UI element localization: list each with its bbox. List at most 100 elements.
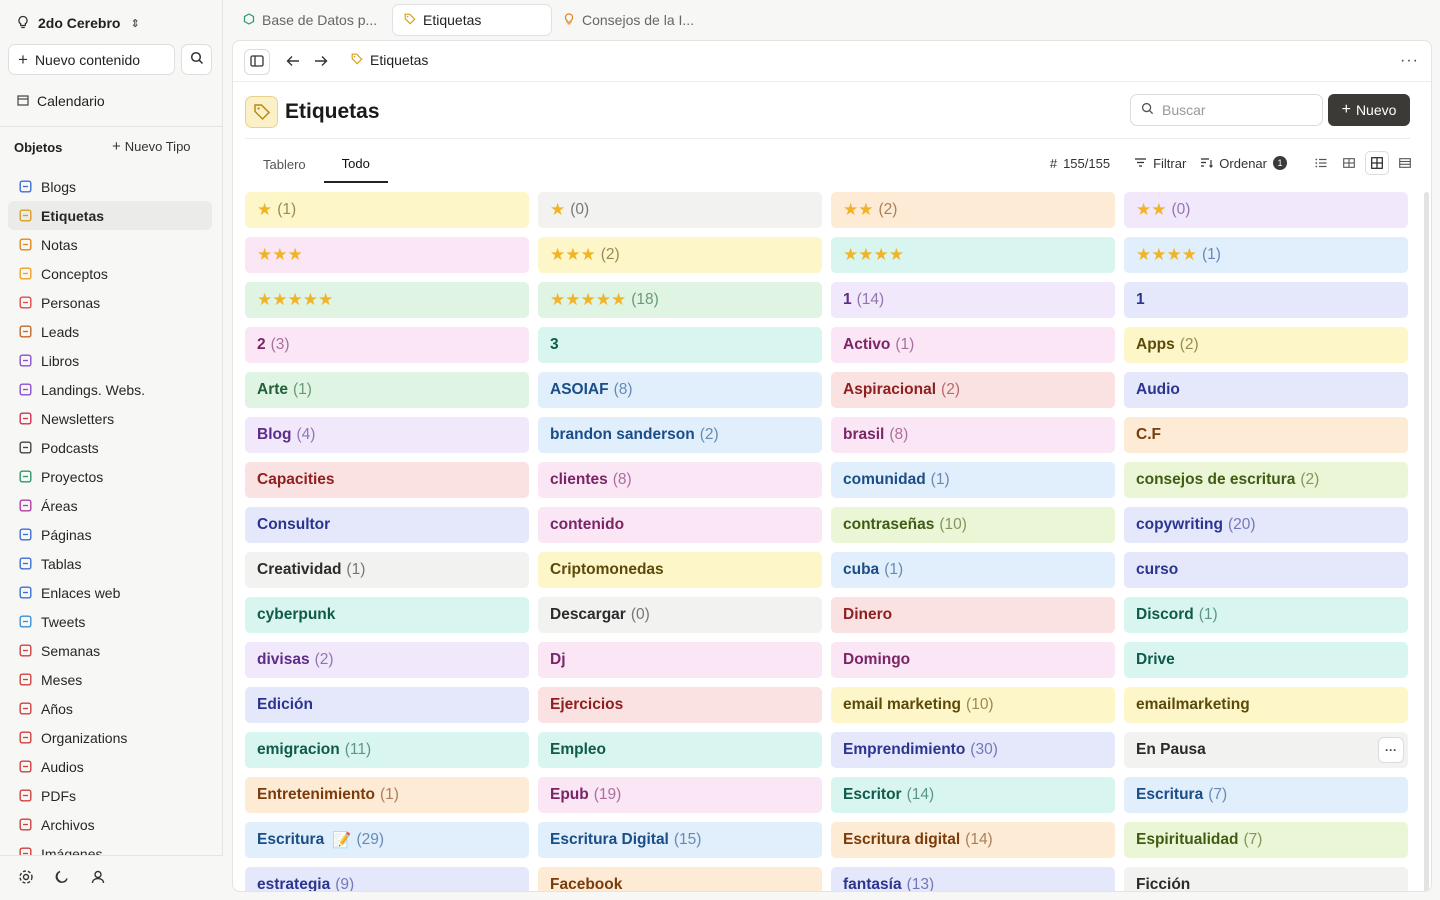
sidebar-item-personas[interactable]: Personas (8, 288, 212, 317)
tag-card[interactable]: consejos de escritura (2) (1124, 462, 1408, 498)
sidebar-item-proyectos[interactable]: Proyectos (8, 462, 212, 491)
moon-icon[interactable] (54, 869, 70, 888)
sidebar-item-conceptos[interactable]: Conceptos (8, 259, 212, 288)
tag-card[interactable]: contraseñas (10) (831, 507, 1115, 543)
new-content-button[interactable]: + Nuevo contenido (8, 44, 175, 75)
tag-card[interactable]: ★ (1) (245, 192, 529, 228)
tag-card[interactable]: comunidad (1) (831, 462, 1115, 498)
tab-database[interactable]: Base de Datos p... (232, 4, 392, 36)
tag-card[interactable]: Aspiracional (2) (831, 372, 1115, 408)
tag-card[interactable]: ★ (0) (538, 192, 822, 228)
forward-button[interactable] (308, 49, 334, 75)
tag-card[interactable]: curso (1124, 552, 1408, 588)
sidebar-item-semanas[interactable]: Semanas (8, 636, 212, 665)
sidebar-item-archivos[interactable]: Archivos (8, 810, 212, 839)
workspace-switcher[interactable]: 2do Cerebro ⇕ (16, 12, 140, 34)
breadcrumb[interactable]: Etiquetas (351, 52, 428, 68)
tag-card[interactable]: Escritor (14) (831, 777, 1115, 813)
sidebar-item-landings-webs[interactable]: Landings. Webs. (8, 375, 212, 404)
tag-card[interactable]: Blog (4) (245, 417, 529, 453)
tag-card[interactable]: cuba (1) (831, 552, 1115, 588)
tag-card[interactable]: Apps (2) (1124, 327, 1408, 363)
tag-card[interactable]: ★★★★ (1) (1124, 237, 1408, 273)
tag-card[interactable]: Ejercicios (538, 687, 822, 723)
tag-card[interactable]: Drive (1124, 642, 1408, 678)
tag-card[interactable]: Capacities (245, 462, 529, 498)
tab-tablero[interactable]: Tablero (245, 145, 324, 183)
sidebar-item-libros[interactable]: Libros (8, 346, 212, 375)
list-view-icon[interactable] (1309, 151, 1333, 175)
tag-card[interactable]: C.F (1124, 417, 1408, 453)
tag-card[interactable]: cyberpunk (245, 597, 529, 633)
tag-card[interactable]: Escritura digital (14) (831, 822, 1115, 858)
sidebar-item-audios[interactable]: Audios (8, 752, 212, 781)
tag-card[interactable]: clientes (8) (538, 462, 822, 498)
tag-card[interactable]: Escritura 📝 (29) (245, 822, 529, 858)
tag-card[interactable]: ★★★★ (831, 237, 1115, 273)
calendar-link[interactable]: Calendario (17, 92, 105, 110)
tag-card[interactable]: ASOIAF (8) (538, 372, 822, 408)
tag-card[interactable]: Espiritualidad (7) (1124, 822, 1408, 858)
tag-card[interactable]: emigracion (11) (245, 732, 529, 768)
tab-consejos[interactable]: Consejos de la I... (552, 4, 712, 36)
tag-card[interactable]: Escritura (7) (1124, 777, 1408, 813)
sidebar-item-notas[interactable]: Notas (8, 230, 212, 259)
new-type-button[interactable]: + Nuevo Tipo (112, 139, 191, 154)
sidebar-item-tablas[interactable]: Tablas (8, 549, 212, 578)
tag-card[interactable]: divisas (2) (245, 642, 529, 678)
tag-card[interactable]: ★★★★★ (245, 282, 529, 318)
tag-card[interactable]: Creatividad (1) (245, 552, 529, 588)
tag-card[interactable]: contenido (538, 507, 822, 543)
tag-card[interactable]: Consultor (245, 507, 529, 543)
sidebar-item-newsletters[interactable]: Newsletters (8, 404, 212, 433)
tag-card[interactable]: 2 (3) (245, 327, 529, 363)
toggle-sidebar-button[interactable] (244, 49, 270, 75)
tag-card[interactable]: ★★ (2) (831, 192, 1115, 228)
tag-card[interactable]: estrategia (9) (245, 867, 529, 891)
card-more-button[interactable]: ··· (1378, 737, 1404, 763)
tag-card[interactable]: Dinero (831, 597, 1115, 633)
tag-card[interactable]: Audio (1124, 372, 1408, 408)
filter-button[interactable]: Filtrar (1134, 156, 1186, 171)
search-input[interactable]: Buscar (1130, 94, 1323, 126)
sort-button[interactable]: Ordenar 1 (1200, 156, 1287, 171)
tag-card[interactable]: fantasía (13) (831, 867, 1115, 891)
tag-card[interactable]: En Pausa ··· (1124, 732, 1408, 768)
tag-card[interactable]: ★★★★★ (18) (538, 282, 822, 318)
tag-card[interactable]: Facebook (538, 867, 822, 891)
tag-card[interactable]: Escritura Digital (15) (538, 822, 822, 858)
sidebar-item-etiquetas[interactable]: Etiquetas (8, 201, 212, 230)
tag-card[interactable]: Activo (1) (831, 327, 1115, 363)
tag-card[interactable]: 3 (538, 327, 822, 363)
table-view-icon[interactable] (1393, 151, 1417, 175)
tag-card[interactable]: ★★★ (2) (538, 237, 822, 273)
tag-card[interactable]: emailmarketing (1124, 687, 1408, 723)
tag-card[interactable]: Empleo (538, 732, 822, 768)
sidebar-item-leads[interactable]: Leads (8, 317, 212, 346)
sidebar-item-años[interactable]: Años (8, 694, 212, 723)
grid-view-icon[interactable] (1365, 151, 1389, 175)
tab-todo[interactable]: Todo (323, 145, 388, 183)
tag-card[interactable]: Criptomonedas (538, 552, 822, 588)
sidebar-item-tweets[interactable]: Tweets (8, 607, 212, 636)
tag-card[interactable]: email marketing (10) (831, 687, 1115, 723)
user-icon[interactable] (90, 869, 106, 888)
tag-card[interactable]: 1 (14) (831, 282, 1115, 318)
settings-icon[interactable] (18, 869, 34, 888)
tag-card[interactable]: Epub (19) (538, 777, 822, 813)
tag-card[interactable]: Ficción (1124, 867, 1408, 891)
sidebar-item-podcasts[interactable]: Podcasts (8, 433, 212, 462)
tag-card[interactable]: copywriting (20) (1124, 507, 1408, 543)
new-button[interactable]: + Nuevo (1328, 94, 1410, 126)
sidebar-item-blogs[interactable]: Blogs (8, 172, 212, 201)
sidebar-item-pdfs[interactable]: PDFs (8, 781, 212, 810)
sidebar-item-áreas[interactable]: Áreas (8, 491, 212, 520)
card-view-icon[interactable] (1337, 151, 1361, 175)
tag-card[interactable]: brasil (8) (831, 417, 1115, 453)
tag-card[interactable]: Emprendimiento (30) (831, 732, 1115, 768)
tag-card[interactable]: Dj (538, 642, 822, 678)
tag-card[interactable]: brandon sanderson (2) (538, 417, 822, 453)
tab-etiquetas[interactable]: Etiquetas (392, 4, 552, 36)
tag-card[interactable]: Discord (1) (1124, 597, 1408, 633)
tag-card[interactable]: Domingo (831, 642, 1115, 678)
